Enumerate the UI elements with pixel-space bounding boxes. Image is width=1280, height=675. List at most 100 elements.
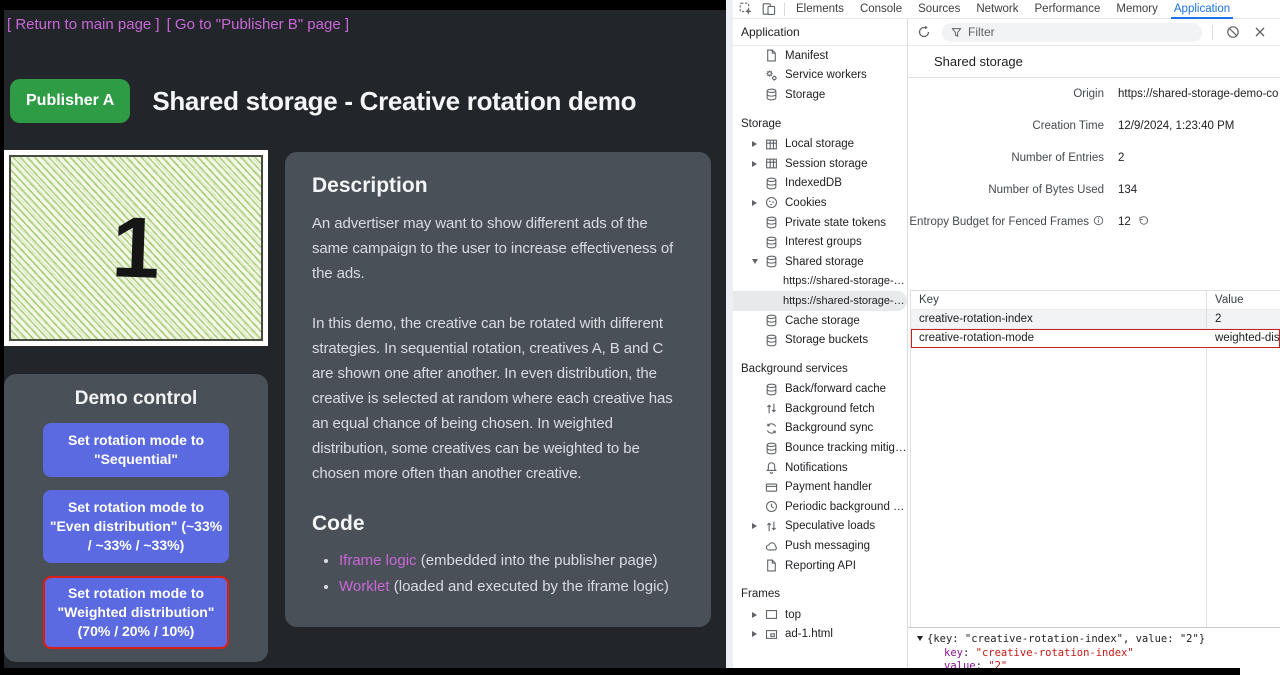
sidebar-item-label: Periodic background s… <box>785 501 907 513</box>
bell-icon <box>765 461 778 474</box>
property-name: key <box>944 647 963 659</box>
sidebar-item-https-shared-storage-d[interactable]: https://shared-storage-d… <box>733 291 907 311</box>
sidebar-item-label: Speculative loads <box>785 520 875 532</box>
metadata-section: Originhttps://shared-storage-demo-coCrea… <box>908 78 1280 238</box>
sidebar-item-label: https://shared-storage-d… <box>783 275 907 287</box>
sidebar-item-https-shared-storage-d[interactable]: https://shared-storage-d… <box>733 272 907 292</box>
sidebar-item-private-state-tokens[interactable]: Private state tokens <box>733 213 907 233</box>
shared-storage-title: Shared storage <box>908 46 1280 78</box>
filter-input[interactable] <box>968 25 1193 39</box>
sidebar-item-push-messaging[interactable]: Push messaging <box>733 536 907 556</box>
sidebar-item-storage[interactable]: Storage <box>733 85 907 105</box>
sidebar-item-cache-storage[interactable]: Cache storage <box>733 311 907 331</box>
tab-console[interactable]: Console <box>852 0 910 19</box>
screen: [ Return to main page ] [ Go to "Publishe… <box>0 0 1280 675</box>
toolbar-right <box>1212 24 1268 40</box>
file-icon <box>765 49 778 62</box>
page-header: Publisher A Shared storage - Creative ro… <box>10 79 636 123</box>
tab-memory[interactable]: Memory <box>1108 0 1166 19</box>
sidebar-item-background-sync[interactable]: Background sync <box>733 419 907 439</box>
rotation-mode-button-1[interactable]: Set rotation mode to "Sequential" <box>43 423 229 477</box>
iframe-icon <box>765 628 778 641</box>
cell-key: creative-rotation-mode <box>911 332 1206 344</box>
device-toolbar-icon[interactable] <box>761 2 776 17</box>
sidebar-item-label: Storage buckets <box>785 334 868 346</box>
tab-network[interactable]: Network <box>968 0 1026 19</box>
iframe-logic-link[interactable]: Iframe logic <box>339 552 417 569</box>
page-scrollbar[interactable] <box>726 0 733 668</box>
block-icon[interactable] <box>1225 24 1241 40</box>
sidebar-item-local-storage[interactable]: Local storage <box>733 134 907 154</box>
table-row-creative-rotation-index[interactable]: creative-rotation-index2 <box>911 310 1280 329</box>
sidebar-item-cookies[interactable]: Cookies <box>733 193 907 213</box>
page-nav: [ Return to main page ] [ Go to "Publishe… <box>7 16 356 33</box>
devtools-toolbar-icons <box>733 2 781 17</box>
chevron-right-icon[interactable] <box>752 612 757 618</box>
rotation-mode-button-2[interactable]: Set rotation mode to "Even distribution"… <box>43 490 229 563</box>
sidebar-item-periodic-background-s[interactable]: Periodic background s… <box>733 497 907 517</box>
table-rows: creative-rotation-index2creative-rotatio… <box>911 310 1280 348</box>
sidebar-item-label: Service workers <box>785 69 867 81</box>
tab-sources[interactable]: Sources <box>910 0 968 19</box>
sidebar-item-bounce-tracking-mitiga[interactable]: Bounce tracking mitiga… <box>733 438 907 458</box>
sidebar-item-service-workers[interactable]: Service workers <box>733 66 907 86</box>
sidebar-item-interest-groups[interactable]: Interest groups <box>733 232 907 252</box>
key-column-header[interactable]: Key <box>911 294 1206 306</box>
code-list-item: Iframe logic (embedded into the publishe… <box>339 549 684 573</box>
funnel-icon <box>951 27 962 38</box>
chevron-down-icon[interactable] <box>917 636 923 641</box>
tab-performance[interactable]: Performance <box>1027 0 1109 19</box>
updown-icon <box>765 402 778 415</box>
preview-summary-line: {key: "creative-rotation-index", value: … <box>917 633 1280 647</box>
clock-icon <box>765 500 778 513</box>
chevron-right-icon[interactable] <box>752 200 757 206</box>
refresh-icon[interactable] <box>916 24 932 40</box>
chevron-right-icon[interactable] <box>752 141 757 147</box>
ad-creative-iframe[interactable]: 1 <box>4 150 268 346</box>
sidebar-item-session-storage[interactable]: Session storage <box>733 154 907 174</box>
card-icon <box>765 481 778 494</box>
sidebar-tree: ManifestService workersStorageStorageLoc… <box>733 46 907 644</box>
publisher-b-link[interactable]: [ Go to "Publisher B" page ] <box>167 16 349 33</box>
sidebar-item-speculative-loads[interactable]: Speculative loads <box>733 517 907 537</box>
inspect-element-icon[interactable] <box>738 2 753 17</box>
sidebar-item-storage-buckets[interactable]: Storage buckets <box>733 330 907 350</box>
sidebar-item-ad-1-html[interactable]: ad-1.html <box>733 625 907 645</box>
worklet-link[interactable]: Worklet <box>339 578 390 595</box>
tab-application[interactable]: Application <box>1166 0 1238 19</box>
code-heading: Code <box>312 512 684 536</box>
value-column-header[interactable]: Value <box>1206 294 1280 306</box>
sidebar-item-label: Push messaging <box>785 540 870 552</box>
meta-value: 12/9/2024, 1:23:40 PM <box>1118 120 1234 132</box>
return-main-page-link[interactable]: [ Return to main page ] <box>7 16 160 33</box>
sidebar-item-top[interactable]: top <box>733 605 907 625</box>
demo-control-card: Demo control Set rotation mode to "Seque… <box>4 374 268 662</box>
reset-budget-icon[interactable] <box>1138 215 1149 229</box>
chevron-right-icon[interactable] <box>752 523 757 529</box>
cell-key: creative-rotation-index <box>911 313 1206 325</box>
devtools-tabbar: ElementsConsoleSourcesNetworkPerformance… <box>733 0 1280 19</box>
sidebar-item-notifications[interactable]: Notifications <box>733 458 907 478</box>
info-icon[interactable] <box>1093 215 1104 229</box>
sidebar-item-payment-handler[interactable]: Payment handler <box>733 477 907 497</box>
sidebar-item-back-forward-cache[interactable]: Back/forward cache <box>733 380 907 400</box>
sidebar-item-label: Session storage <box>785 158 867 170</box>
chevron-right-icon[interactable] <box>752 161 757 167</box>
sidebar-item-reporting-api[interactable]: Reporting API <box>733 556 907 576</box>
publisher-badge: Publisher A <box>10 79 130 123</box>
table-row-creative-rotation-mode[interactable]: creative-rotation-modeweighted-distribut… <box>911 329 1280 348</box>
table-header-row: Key Value <box>911 291 1280 310</box>
sidebar-item-label: Local storage <box>785 138 854 150</box>
sidebar-item-background-fetch[interactable]: Background fetch <box>733 399 907 419</box>
sidebar-item-shared-storage[interactable]: Shared storage <box>733 252 907 272</box>
tab-elements[interactable]: Elements <box>788 0 852 19</box>
sidebar-item-label: Bounce tracking mitiga… <box>785 442 907 454</box>
sidebar-item-indexeddb[interactable]: IndexedDB <box>733 174 907 194</box>
meta-label: Origin <box>1073 88 1104 100</box>
sidebar-item-manifest[interactable]: Manifest <box>733 46 907 66</box>
close-icon[interactable] <box>1252 24 1268 40</box>
rotation-mode-button-3[interactable]: Set rotation mode to "Weighted distribut… <box>43 576 229 649</box>
chevron-right-icon[interactable] <box>752 631 757 637</box>
chevron-down-icon[interactable] <box>752 259 758 264</box>
code-list: Iframe logic (embedded into the publishe… <box>339 549 684 599</box>
